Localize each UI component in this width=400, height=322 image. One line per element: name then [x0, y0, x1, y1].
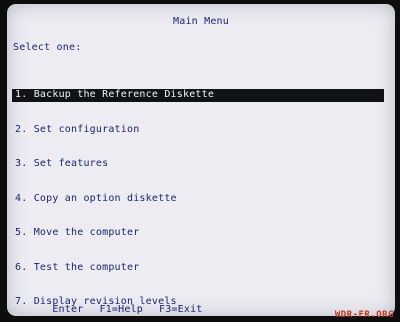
- menu-item-label: Set features: [33, 158, 109, 169]
- menu-item-backup-reference-diskette[interactable]: 1. Backup the Reference Diskette: [12, 89, 384, 102]
- menu-item-label: Move the computer: [33, 227, 140, 238]
- function-key-bar: Enter F1=Help F3=Exit: [15, 293, 219, 316]
- menu-item-number: 4.: [15, 192, 28, 204]
- page-title: Main Menu: [173, 16, 229, 27]
- menu-item-label: Test the computer: [33, 261, 140, 273]
- menu-item-test-computer[interactable]: 6. Test the computer: [12, 262, 384, 275]
- menu-item-number: 2.: [15, 123, 28, 135]
- menu-item-move-computer[interactable]: 5. Move the computer: [12, 227, 384, 240]
- f1-help-key-hint[interactable]: F1=Help: [99, 304, 143, 315]
- menu-item-number: 6.: [15, 261, 28, 273]
- monitor-bezel: Main Menu Select one: 1. Backup the Refe…: [0, 0, 400, 322]
- menu-item-set-features[interactable]: 3. Set features: [12, 158, 384, 171]
- crt-screen: Main Menu Select one: 1. Backup the Refe…: [7, 4, 395, 316]
- menu-item-label: Backup the Reference Diskette: [33, 89, 215, 100]
- menu-item-set-configuration[interactable]: 2. Set configuration: [12, 124, 384, 137]
- watermark-logo: WDR-FR.ORG: [334, 310, 394, 320]
- main-menu-list: 1. Backup the Reference Diskette 2. Set …: [12, 67, 384, 316]
- menu-item-number: 3.: [15, 158, 28, 169]
- menu-item-number: 1.: [15, 89, 28, 100]
- menu-item-copy-option-diskette[interactable]: 4. Copy an option diskette: [12, 193, 384, 206]
- menu-item-number: 5.: [15, 227, 28, 238]
- f3-exit-key-hint[interactable]: F3=Exit: [159, 304, 203, 315]
- select-prompt: Select one:: [13, 42, 82, 53]
- menu-item-label: Copy an option diskette: [33, 192, 177, 204]
- enter-key-hint[interactable]: Enter: [52, 304, 83, 315]
- menu-item-label: Set configuration: [33, 123, 140, 135]
